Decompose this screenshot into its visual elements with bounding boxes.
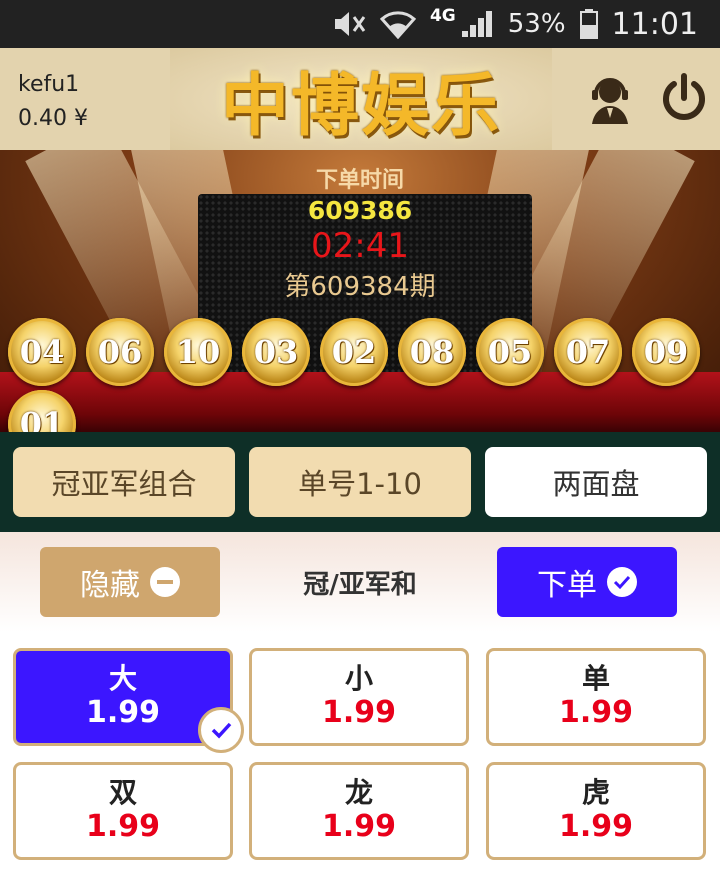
bet-name: 双 (108, 776, 137, 809)
result-ball: 10 (164, 318, 232, 386)
result-ball: 05 (476, 318, 544, 386)
network-type: 4G (429, 6, 456, 26)
bet-odds: 1.99 (558, 695, 634, 730)
bet-option-tiger[interactable]: 虎 1.99 (486, 762, 706, 860)
brand-title: 中博娱乐 (220, 65, 501, 146)
result-ball: 08 (398, 318, 466, 386)
bet-odds: 1.99 (321, 695, 397, 730)
mute-icon (332, 9, 366, 39)
result-ball: 09 (632, 318, 700, 386)
power-icon[interactable] (656, 70, 712, 126)
bet-type-tabs: 冠亚军组合 单号1-10 两面盘 (0, 432, 720, 532)
issue-number: 609386 (307, 196, 413, 225)
bet-option-odd[interactable]: 单 1.99 (486, 648, 706, 746)
result-ball: 02 (320, 318, 388, 386)
bet-option-big[interactable]: 大 1.99 (13, 648, 244, 753)
status-bar: 4G 53% 11:01 (0, 0, 720, 48)
signal-icon: 4G (429, 6, 494, 39)
order-time-label: 下单时间 (315, 168, 404, 193)
account-info: kefu1 0.40 ¥ (18, 68, 88, 136)
bet-option-even[interactable]: 双 1.99 (13, 762, 233, 860)
period-number: 第609384期 (284, 272, 436, 302)
bet-name: 龙 (344, 776, 373, 809)
brand-logo: 中博娱乐 (170, 48, 552, 150)
bet-name: 单 (581, 662, 610, 695)
balance: 0.40 ¥ (18, 106, 88, 131)
result-ball: 06 (86, 318, 154, 386)
tab-single-number[interactable]: 单号1-10 (249, 447, 471, 517)
control-bar: 隐藏 冠/亚军和 下单 (0, 532, 720, 632)
bet-option-dragon[interactable]: 龙 1.99 (249, 762, 469, 860)
bet-odds: 1.99 (558, 809, 634, 844)
result-ball: 03 (242, 318, 310, 386)
bet-name: 小 (344, 662, 373, 695)
app-header: kefu1 0.40 ¥ 中博娱乐 (0, 48, 720, 150)
result-ball: 04 (8, 318, 76, 386)
place-order-button[interactable]: 下单 (497, 547, 677, 617)
section-title: 冠/亚军和 (303, 570, 417, 600)
minus-icon (150, 567, 180, 597)
result-ball: 07 (554, 318, 622, 386)
username: kefu1 (18, 72, 80, 97)
customer-service-icon[interactable] (582, 70, 638, 126)
countdown: 02:41 (311, 226, 409, 266)
battery-icon (579, 9, 598, 39)
check-icon (607, 567, 637, 597)
bet-name: 大 (108, 662, 137, 695)
draw-stage: 下单时间 609386 02:41 第609384期 04 06 10 03 0… (0, 150, 720, 432)
hide-button[interactable]: 隐藏 (40, 547, 220, 617)
wifi-icon (379, 9, 416, 39)
battery-percent: 53% (507, 9, 566, 39)
clock: 11:01 (611, 6, 698, 42)
bet-name: 虎 (581, 776, 610, 809)
bet-odds: 1.99 (85, 695, 161, 730)
bet-odds: 1.99 (321, 809, 397, 844)
tab-two-sides[interactable]: 两面盘 (485, 447, 707, 517)
bet-odds: 1.99 (85, 809, 161, 844)
hide-label: 隐藏 (80, 568, 140, 603)
tab-champion-combo[interactable]: 冠亚军组合 (13, 447, 235, 517)
bet-option-small[interactable]: 小 1.99 (249, 648, 469, 746)
selected-check-icon (198, 707, 244, 753)
order-label: 下单 (537, 568, 597, 603)
